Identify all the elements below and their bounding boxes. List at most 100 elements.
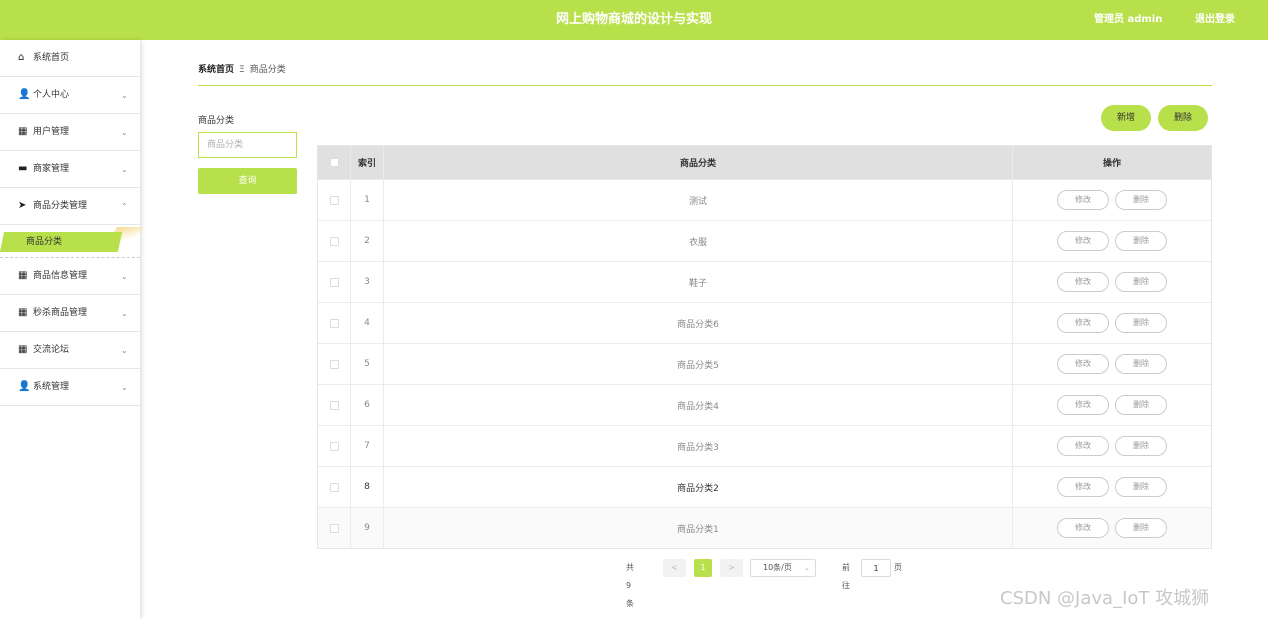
sidebar-item-label: 商家管理 <box>33 164 70 174</box>
sidebar-item[interactable]: ▦ 商品信息管理 ⌄ <box>0 258 140 295</box>
monitor-icon: ▬ <box>18 163 28 174</box>
row-checkbox[interactable] <box>329 441 339 451</box>
edit-button[interactable]: 修改 <box>1057 477 1109 497</box>
chevron-down-icon: ⌄ <box>121 128 128 137</box>
row-category-name: 商品分类5 <box>384 344 1013 384</box>
row-checkbox[interactable] <box>329 318 339 328</box>
table-row: 4 商品分类6 修改 删除 <box>318 302 1211 343</box>
grid-icon: ▦ <box>18 126 28 137</box>
table-row: 5 商品分类5 修改 删除 <box>318 343 1211 384</box>
row-category-name: 商品分类6 <box>384 303 1013 343</box>
sidebar-subitem-category[interactable]: 商品分类 <box>0 225 144 258</box>
page-number-button[interactable]: 1 <box>694 559 712 577</box>
edit-button[interactable]: 修改 <box>1057 231 1109 251</box>
user-icon: 👤 <box>18 381 31 392</box>
app-title: 网上购物商城的设计与实现 <box>555 12 712 27</box>
sidebar-item[interactable]: 👤 个人中心 ⌄ <box>0 77 140 114</box>
row-index: 3 <box>351 262 384 302</box>
row-category-name: 衣服 <box>384 221 1013 261</box>
row-checkbox[interactable] <box>329 236 339 246</box>
edit-button[interactable]: 修改 <box>1057 190 1109 210</box>
table-row: 7 商品分类3 修改 删除 <box>318 425 1211 466</box>
edit-button[interactable]: 修改 <box>1057 518 1109 538</box>
row-index: 7 <box>351 426 384 466</box>
goto-label: 前往 <box>842 563 850 590</box>
chevron-up-icon: ⌃ <box>121 202 128 211</box>
sidebar-item[interactable]: ▦ 交流论坛 ⌄ <box>0 332 140 369</box>
delete-button[interactable]: 删除 <box>1115 313 1167 333</box>
table-row: 6 商品分类4 修改 删除 <box>318 384 1211 425</box>
sidebar-item[interactable]: ▦ 秒杀商品管理 ⌄ <box>0 295 140 332</box>
row-checkbox[interactable] <box>329 359 339 369</box>
watermark: CSDN @Java_IoT 攻城狮 <box>1000 588 1210 609</box>
row-category-name: 鞋子 <box>384 262 1013 302</box>
column-header-index: 索引 <box>351 146 384 179</box>
delete-button[interactable]: 删除 <box>1115 231 1167 251</box>
column-header-actions: 操作 <box>1102 159 1121 169</box>
edit-button[interactable]: 修改 <box>1057 354 1109 374</box>
row-checkbox[interactable] <box>329 523 339 533</box>
sidebar-item-label: 交流论坛 <box>33 345 70 355</box>
row-checkbox[interactable] <box>329 195 339 205</box>
breadcrumb: 系统首页 Ξ 商品分类 <box>198 64 286 76</box>
sidebar-item-label: 商品信息管理 <box>33 271 88 281</box>
sidebar-item[interactable]: ▦ 用户管理 ⌄ <box>0 114 140 151</box>
apps-icon: ▦ <box>18 307 28 318</box>
breadcrumb-home[interactable]: 系统首页 <box>198 65 234 75</box>
table-header: 索引 商品分类 操作 <box>318 146 1211 179</box>
table-row: 1 测试 修改 删除 <box>318 179 1211 220</box>
category-search-input[interactable] <box>198 132 297 158</box>
row-index: 4 <box>351 303 384 343</box>
delete-button[interactable]: 删除 <box>1115 436 1167 456</box>
chevron-down-icon: ⌄ <box>121 383 128 392</box>
pagination-total: 共 9 条 <box>626 563 634 608</box>
edit-button[interactable]: 修改 <box>1057 272 1109 292</box>
edit-button[interactable]: 修改 <box>1057 436 1109 456</box>
delete-button[interactable]: 删除 <box>1115 354 1167 374</box>
grid-icon: ▦ <box>18 270 28 281</box>
goto-page-input[interactable] <box>861 559 891 577</box>
row-index: 2 <box>351 221 384 261</box>
sidebar-item[interactable]: 👤 系统管理 ⌄ <box>0 369 140 406</box>
row-index: 9 <box>351 508 384 548</box>
home-icon: ⌂ <box>18 52 25 63</box>
current-user: 管理员 admin <box>1094 14 1163 25</box>
page-size-select[interactable]: 10条/页 ⌄ <box>750 559 816 577</box>
table-row: 9 商品分类1 修改 删除 <box>318 507 1211 548</box>
grid9-icon: ▦ <box>18 344 28 355</box>
chevron-down-icon: ⌄ <box>121 346 128 355</box>
prev-page-button[interactable]: < <box>663 559 686 577</box>
select-all-checkbox[interactable] <box>329 158 339 167</box>
sidebar-item-label: 用户管理 <box>33 127 70 137</box>
row-checkbox[interactable] <box>329 482 339 492</box>
chevron-down-icon: ⌄ <box>121 165 128 174</box>
delete-button[interactable]: 删除 <box>1115 477 1167 497</box>
bulk-delete-button[interactable]: 删除 <box>1158 105 1208 131</box>
table-row: 3 鞋子 修改 删除 <box>318 261 1211 302</box>
edit-button[interactable]: 修改 <box>1057 395 1109 415</box>
logout-link[interactable]: 退出登录 <box>1195 0 1235 40</box>
user-icon: 👤 <box>18 89 31 100</box>
row-checkbox[interactable] <box>329 400 339 410</box>
row-index: 6 <box>351 385 384 425</box>
sidebar-item[interactable]: ▬ 商家管理 ⌄ <box>0 151 140 188</box>
delete-button[interactable]: 删除 <box>1115 190 1167 210</box>
delete-button[interactable]: 删除 <box>1115 395 1167 415</box>
next-page-button[interactable]: > <box>720 559 743 577</box>
sidebar-item-label: 系统首页 <box>33 53 70 63</box>
search-button[interactable]: 查询 <box>198 168 297 194</box>
delete-button[interactable]: 删除 <box>1115 272 1167 292</box>
row-category-name: 测试 <box>384 180 1013 220</box>
edit-button[interactable]: 修改 <box>1057 313 1109 333</box>
sidebar-item-label: 商品分类管理 <box>33 201 88 211</box>
delete-button[interactable]: 删除 <box>1115 518 1167 538</box>
sidebar-item[interactable]: ⌂ 系统首页 <box>0 40 140 77</box>
row-checkbox[interactable] <box>329 277 339 287</box>
sidebar-item[interactable]: ➤ 商品分类管理 ⌃ <box>0 188 140 225</box>
chevron-down-icon: ⌄ <box>121 309 128 318</box>
sidebar-item-label: 个人中心 <box>33 90 70 100</box>
add-button[interactable]: 新增 <box>1101 105 1151 131</box>
goto-unit: 页 <box>894 563 902 572</box>
row-category-name: 商品分类3 <box>384 426 1013 466</box>
table-row: 2 衣服 修改 删除 <box>318 220 1211 261</box>
